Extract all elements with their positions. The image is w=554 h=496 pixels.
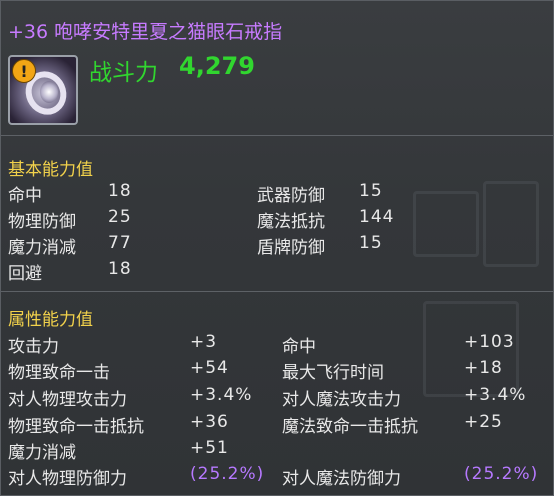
attribute-stat-value: (25.2%) [464, 464, 539, 484]
basic-stat-value: 144 [359, 207, 395, 227]
attribute-stat-value: +3.4% [464, 385, 527, 405]
attribute-stat-label: 命中 [282, 337, 316, 357]
attribute-stat-label: 对人魔法防御力 [282, 469, 401, 489]
attribute-stat-label: 攻击力 [8, 337, 59, 357]
divider [1, 291, 553, 292]
attribute-stat-label: 最大飞行时间 [282, 363, 384, 383]
item-icon[interactable]: ! [8, 55, 78, 125]
warning-icon: ! [12, 59, 36, 83]
basic-stat-label: 命中 [8, 186, 42, 206]
attribute-stat-label: 对人物理防御力 [8, 469, 127, 489]
attribute-stats-title: 属性能力值 [8, 310, 93, 330]
attribute-stat-value: +18 [464, 358, 503, 378]
power-value: 4,279 [179, 52, 255, 80]
attribute-stat-label: 物理致命一击 [8, 363, 110, 383]
basic-stat-value: 77 [108, 233, 132, 253]
attribute-stat-value: +51 [190, 438, 229, 458]
attribute-stat-value: +25 [464, 412, 503, 432]
power-label: 战斗力 [89, 60, 158, 86]
basic-stat-label: 魔力消减 [8, 238, 76, 258]
basic-stat-label: 回避 [8, 264, 42, 284]
attribute-stat-value: +103 [464, 332, 515, 352]
basic-stat-label: 武器防御 [257, 186, 325, 206]
attribute-stat-value: (25.2%) [190, 464, 265, 484]
basic-stats-title: 基本能力值 [8, 160, 93, 180]
attribute-stat-value: +3 [190, 332, 218, 352]
divider [1, 135, 553, 136]
attribute-stat-label: 对人魔法攻击力 [282, 390, 401, 410]
basic-stat-value: 18 [108, 259, 132, 279]
basic-stat-label: 物理防御 [8, 212, 76, 232]
attribute-stat-value: +3.4% [190, 385, 253, 405]
attribute-stat-label: 魔法致命一击抵抗 [282, 417, 418, 437]
gem-icon [40, 81, 58, 103]
basic-stat-value: 15 [359, 181, 383, 201]
basic-stat-value: 15 [359, 233, 383, 253]
basic-stat-label: 魔法抵抗 [257, 212, 325, 232]
item-name: +36 咆哮安特里夏之猫眼石戒指 [8, 21, 283, 43]
basic-stat-value: 25 [108, 207, 132, 227]
attribute-stat-label: 魔力消减 [8, 443, 76, 463]
attribute-stat-value: +36 [190, 412, 229, 432]
item-tooltip: +36 咆哮安特里夏之猫眼石戒指 ! 战斗力 4,279 基本能力值 命中 18… [0, 0, 554, 496]
attribute-stat-label: 对人物理攻击力 [8, 390, 127, 410]
attribute-stat-label: 物理致命一击抵抗 [8, 417, 144, 437]
basic-stat-value: 18 [108, 181, 132, 201]
basic-stat-label: 盾牌防御 [257, 238, 325, 258]
background-pattern [393, 151, 553, 495]
attribute-stat-value: +54 [190, 358, 229, 378]
